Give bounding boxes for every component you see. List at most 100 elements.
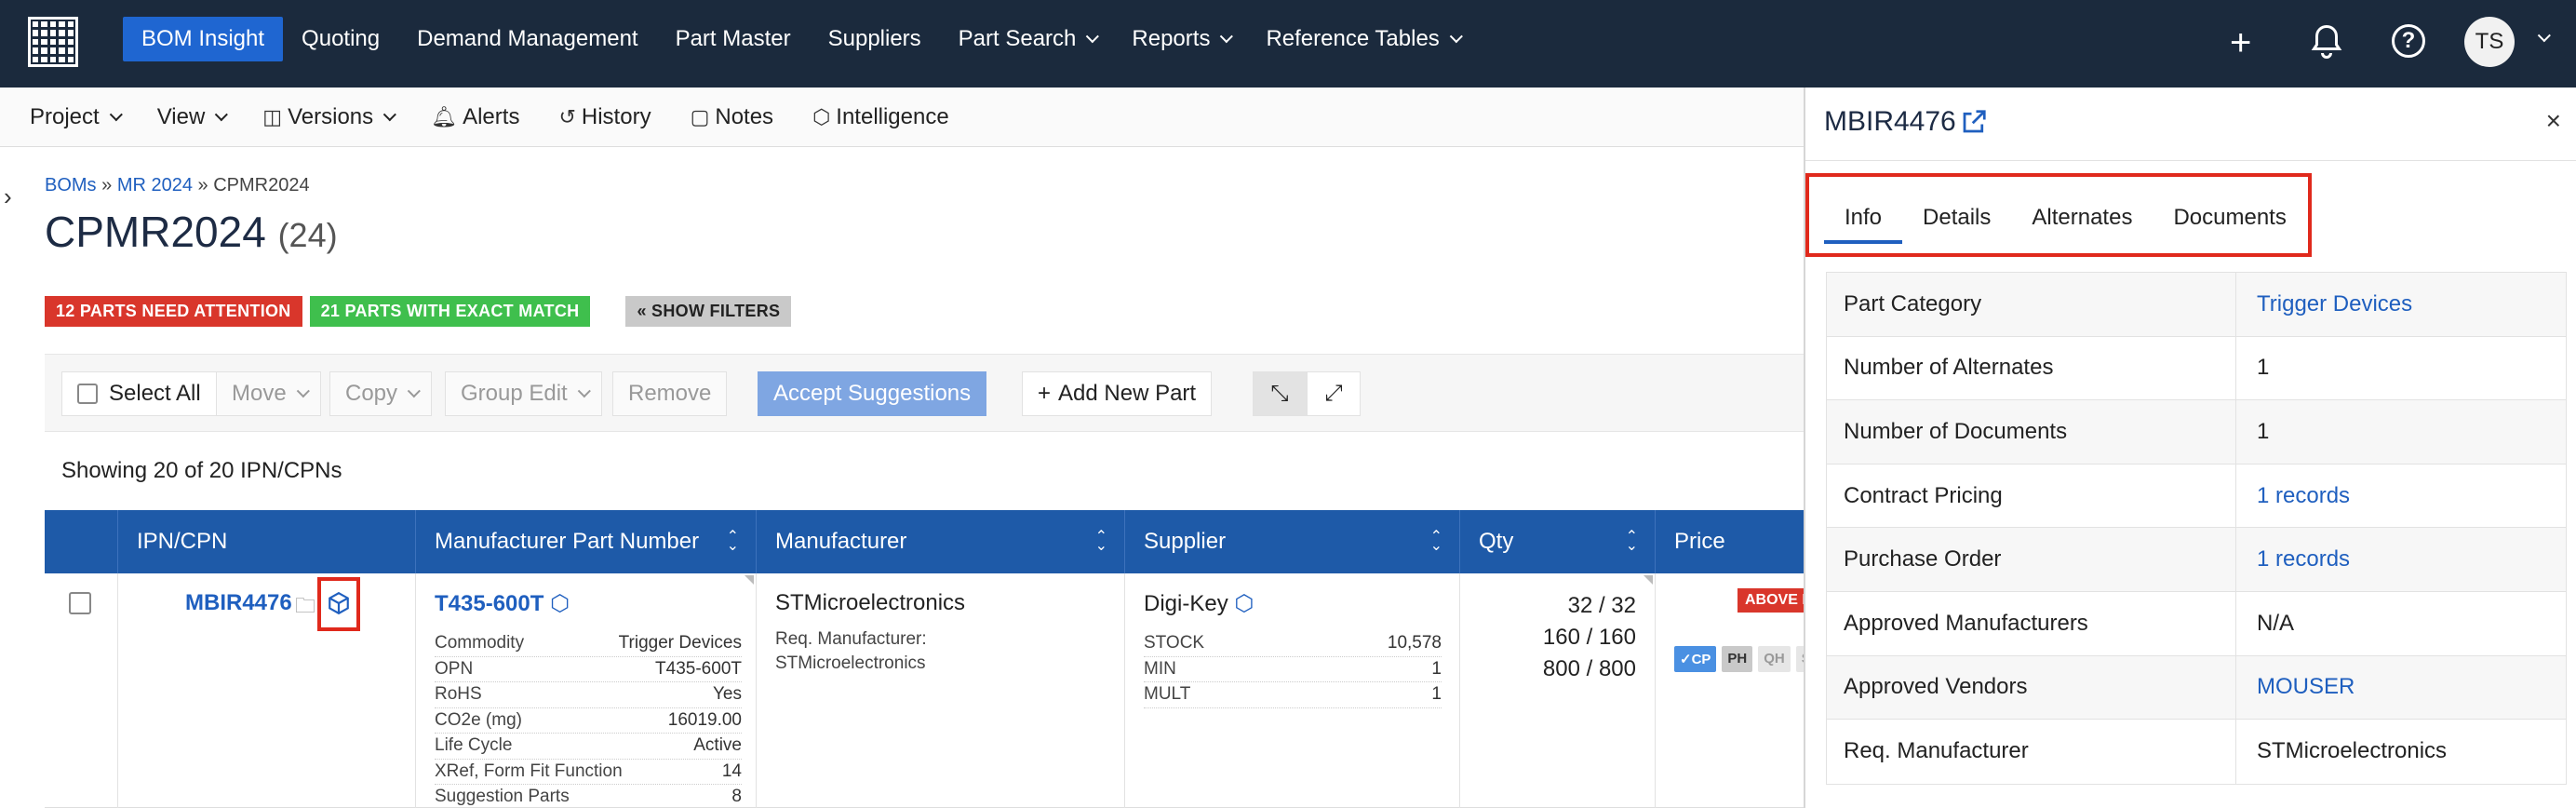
bell-icon[interactable] bbox=[2310, 23, 2343, 61]
req-manufacturer: Req. Manufacturer: STMicroelectronics bbox=[775, 627, 927, 676]
intelligence-button[interactable]: ⬡ Intelligence bbox=[812, 104, 949, 130]
attribute-value: 8 bbox=[731, 787, 742, 807]
breadcrumb-boms[interactable]: BOMs bbox=[45, 175, 97, 195]
move-button[interactable]: Move bbox=[216, 371, 321, 416]
sort-icon[interactable]: ⌃ ⌄ bbox=[1095, 530, 1107, 554]
exact-match-badge[interactable]: 21 PARTS WITH EXACT MATCH bbox=[309, 296, 591, 327]
sort-icon[interactable]: ⌃ ⌄ bbox=[727, 530, 739, 554]
info-value[interactable]: MOUSER bbox=[2236, 656, 2566, 720]
header-ipn[interactable]: IPN/CPN bbox=[117, 510, 415, 573]
info-value: 1 bbox=[2257, 418, 2270, 444]
supplier-text: Digi-Key bbox=[1144, 591, 1228, 616]
show-filters-button[interactable]: « SHOW FILTERS bbox=[625, 296, 792, 327]
external-link-icon[interactable] bbox=[1960, 108, 1988, 136]
table-actions: Select All Move Copy Group Edit Remove A… bbox=[45, 354, 1804, 432]
header-price[interactable]: Price bbox=[1655, 510, 1804, 573]
chevron-down-icon bbox=[407, 384, 421, 398]
nav-item-quoting[interactable]: Quoting bbox=[283, 17, 398, 61]
info-value[interactable]: Trigger Devices bbox=[2236, 273, 2566, 336]
chevron-down-icon bbox=[215, 107, 229, 121]
header-supplier-label: Supplier bbox=[1144, 529, 1227, 554]
qty-value: 160 / 160 bbox=[1542, 625, 1636, 650]
qty-values: 32 / 32 160 / 160 800 / 800 bbox=[1543, 590, 1636, 685]
nav-item-label: Part Master bbox=[675, 26, 791, 51]
tab-documents[interactable]: Documents bbox=[2153, 192, 2306, 244]
group-edit-button[interactable]: Group Edit bbox=[445, 371, 602, 416]
versions-label: Versions bbox=[288, 103, 374, 129]
ipn-link[interactable]: MBIR4476 bbox=[185, 590, 292, 616]
info-row: Approved Manufacturers N/A bbox=[1827, 591, 2566, 656]
sort-icon[interactable]: ⌃ ⌄ bbox=[1626, 530, 1638, 554]
collapse-button[interactable]: ⤡ bbox=[1253, 371, 1307, 416]
attribute-value: Active bbox=[693, 735, 742, 756]
sort-icon[interactable]: ⌃ ⌄ bbox=[1430, 530, 1442, 554]
cube-icon[interactable]: ⬡ bbox=[1234, 591, 1254, 616]
price-chip[interactable]: ✓CP bbox=[1674, 646, 1717, 672]
versions-menu[interactable]: ◫ Versions bbox=[262, 103, 397, 130]
plus-icon[interactable]: + bbox=[2230, 24, 2251, 61]
add-new-part-button[interactable]: + Add New Part bbox=[1022, 371, 1213, 416]
attention-badge[interactable]: 12 PARTS NEED ATTENTION bbox=[45, 296, 302, 327]
help-icon[interactable]: ? bbox=[2392, 24, 2425, 58]
price-chip[interactable]: SP bbox=[1795, 646, 1804, 672]
alerts-button[interactable]: 🔔︎ Alerts bbox=[431, 104, 519, 130]
row-checkbox[interactable] bbox=[69, 592, 91, 614]
app-logo-icon[interactable] bbox=[28, 17, 78, 67]
attribute-key: Suggestion Parts bbox=[435, 787, 570, 807]
price-chip[interactable]: PH bbox=[1722, 646, 1753, 672]
chevron-right-icon[interactable]: › bbox=[4, 182, 12, 211]
attribute-key: MULT bbox=[1144, 684, 1191, 705]
add-part-label: Add New Part bbox=[1058, 381, 1197, 406]
attribute-key: STOCK bbox=[1144, 633, 1205, 653]
chevron-down-icon[interactable] bbox=[2537, 29, 2551, 43]
header-supplier[interactable]: Supplier ⌃ ⌄ bbox=[1124, 510, 1459, 573]
info-value: STMicroelectronics bbox=[2257, 738, 2448, 764]
nav-item-bom-insight[interactable]: BOM Insight bbox=[123, 17, 284, 61]
price-chip[interactable]: QH bbox=[1758, 646, 1791, 672]
breadcrumb-mr2024[interactable]: MR 2024 bbox=[117, 175, 193, 195]
select-all-checkbox[interactable]: Select All bbox=[61, 371, 217, 416]
expand-button[interactable]: ⤢ bbox=[1307, 371, 1361, 416]
cube-icon[interactable] bbox=[327, 590, 351, 616]
info-value[interactable]: 1 records bbox=[2236, 528, 2566, 591]
view-menu[interactable]: View bbox=[157, 104, 229, 130]
info-row: Approved Vendors MOUSER bbox=[1827, 655, 2566, 720]
qty-cell: 32 / 32 160 / 160 800 / 800 bbox=[1459, 573, 1655, 808]
info-row: Number of Documents 1 bbox=[1827, 400, 2566, 465]
nav-item-reports[interactable]: Reports bbox=[1113, 17, 1247, 61]
nav-item-part-master[interactable]: Part Master bbox=[657, 17, 810, 61]
attribute-row: Life Cycle Active bbox=[435, 734, 742, 760]
tab-info[interactable]: Info bbox=[1824, 192, 1903, 244]
nav-item-suppliers[interactable]: Suppliers bbox=[810, 17, 940, 61]
copy-button[interactable]: Copy bbox=[329, 371, 433, 416]
info-value: N/A bbox=[2257, 610, 2295, 636]
remove-button[interactable]: Remove bbox=[612, 371, 728, 416]
nav-item-reference-tables[interactable]: Reference Tables bbox=[1247, 17, 1476, 61]
manufacturer-name: STMicroelectronics bbox=[775, 590, 966, 615]
info-row: Purchase Order 1 records bbox=[1827, 528, 2566, 592]
attribute-key: OPN bbox=[435, 658, 474, 679]
history-button[interactable]: ↺ History bbox=[558, 104, 651, 130]
accept-suggestions-button[interactable]: Accept Suggestions bbox=[758, 371, 987, 416]
info-value[interactable]: 1 records bbox=[2236, 465, 2566, 528]
header-mpn[interactable]: Manufacturer Part Number ⌃ ⌄ bbox=[415, 510, 756, 573]
close-icon[interactable]: × bbox=[2546, 106, 2561, 136]
breadcrumb: BOMs » MR 2024 » CPMR2024 bbox=[45, 175, 310, 196]
nav-item-part-search[interactable]: Part Search bbox=[940, 17, 1114, 61]
header-manufacturer[interactable]: Manufacturer ⌃ ⌄ bbox=[756, 510, 1124, 573]
attribute-value: 14 bbox=[721, 761, 742, 781]
notes-button[interactable]: ▢ Notes bbox=[691, 104, 774, 130]
tab-alternates[interactable]: Alternates bbox=[2011, 192, 2153, 244]
mpn-link[interactable]: T435-600T ⬡ bbox=[435, 590, 570, 617]
header-qty[interactable]: Qty ⌃ ⌄ bbox=[1459, 510, 1655, 573]
project-menu[interactable]: Project bbox=[30, 104, 123, 130]
folder-icon[interactable]: 🗀︎ bbox=[295, 590, 315, 626]
copy-label: Copy bbox=[345, 381, 398, 406]
info-key: Approved Manufacturers bbox=[1827, 591, 2236, 655]
tab-details[interactable]: Details bbox=[1902, 192, 2011, 244]
nav-item-demand-management[interactable]: Demand Management bbox=[398, 17, 656, 61]
cube-icon[interactable]: ⬡ bbox=[550, 591, 570, 616]
expand-icon: ⤢ bbox=[1324, 381, 1343, 406]
qty-value: 800 / 800 bbox=[1542, 656, 1636, 681]
user-avatar[interactable]: TS bbox=[2464, 17, 2515, 67]
